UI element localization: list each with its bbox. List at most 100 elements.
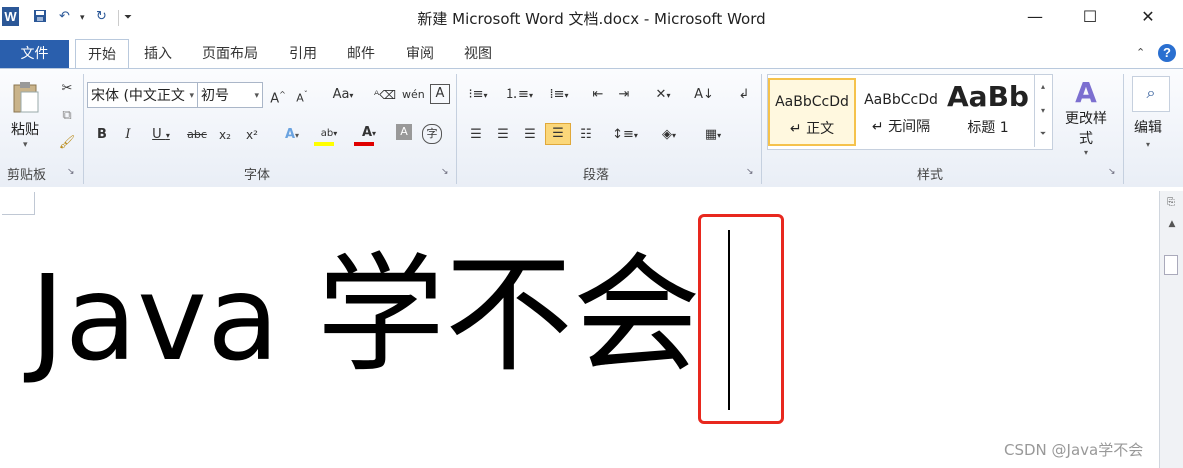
style-preview: AaBb: [947, 80, 1029, 113]
justify-icon[interactable]: ☰: [545, 123, 571, 145]
tab-page-layout[interactable]: 页面布局: [202, 40, 258, 68]
scroll-down-icon[interactable]: ▾: [1035, 99, 1051, 123]
underline-icon[interactable]: U ▾: [147, 124, 175, 146]
document-text[interactable]: Java 学不会: [30, 236, 701, 398]
increase-indent-icon[interactable]: ⇥: [614, 84, 634, 106]
paste-icon[interactable]: [11, 80, 41, 118]
styles-group-label: 样式: [917, 168, 944, 183]
cursor-highlight-box: [698, 214, 784, 424]
tab-references[interactable]: 引用: [289, 40, 317, 68]
subscript-icon[interactable]: x₂: [215, 124, 235, 146]
align-right-icon[interactable]: ☰: [520, 124, 540, 146]
style-normal[interactable]: AaBbCcDd ↵ 正文: [768, 78, 856, 146]
styles-dialog-launcher-icon[interactable]: ↘: [1108, 168, 1117, 177]
copy-icon[interactable]: ⧉: [57, 105, 77, 127]
align-center-icon[interactable]: ☰: [493, 124, 513, 146]
decrease-indent-icon[interactable]: ⇤: [588, 84, 608, 106]
font-size-value: 初号: [201, 88, 229, 104]
borders-icon[interactable]: ▦▾: [696, 124, 730, 146]
font-group-label: 字体: [244, 168, 271, 183]
group-separator: [83, 74, 84, 184]
style-preview: AaBbCcDd: [775, 94, 849, 110]
line-spacing-icon[interactable]: ↕≡▾: [610, 124, 640, 146]
minimize-button[interactable]: —: [1015, 4, 1055, 30]
scroll-up-icon[interactable]: ▲: [1160, 219, 1183, 231]
format-painter-icon[interactable]: 🖌: [57, 132, 77, 154]
style-name: 标题 1: [967, 120, 1009, 136]
tab-mailings[interactable]: 邮件: [347, 40, 375, 68]
ribbon-tab-bar: [0, 38, 1183, 68]
title-bar: W ↶ ▾ ↻ ⏷ 新建 Microsoft Word 文档.docx - Mi…: [0, 0, 1183, 38]
italic-icon[interactable]: I: [119, 124, 137, 146]
bullets-icon[interactable]: ⁝≡▾: [464, 84, 492, 106]
character-shading-icon[interactable]: A: [396, 124, 412, 140]
tab-insert[interactable]: 插入: [144, 40, 172, 68]
paragraph-dialog-launcher-icon[interactable]: ↘: [746, 168, 755, 177]
binoculars-icon[interactable]: ⌕: [1132, 76, 1170, 112]
cut-icon[interactable]: ✂: [57, 78, 77, 100]
group-separator: [1123, 74, 1124, 184]
font-dialog-launcher-icon[interactable]: ↘: [441, 168, 450, 177]
scroll-thumb[interactable]: [1164, 255, 1178, 275]
strikethrough-icon[interactable]: abc: [186, 124, 208, 146]
scroll-up-icon[interactable]: ▴: [1035, 75, 1051, 99]
paste-dropdown-icon[interactable]: ▾: [23, 140, 28, 150]
enclose-characters-icon[interactable]: 字: [422, 124, 442, 144]
window-title: 新建 Microsoft Word 文档.docx - Microsoft Wo…: [417, 10, 766, 28]
text-effects-icon[interactable]: A▾: [278, 124, 306, 146]
chevron-down-icon: ▾: [254, 91, 259, 101]
maximize-button[interactable]: ☐: [1070, 4, 1110, 30]
style-preview: AaBbCcDd: [864, 92, 938, 108]
clipboard-dialog-launcher-icon[interactable]: ↘: [67, 168, 76, 177]
bold-icon[interactable]: B: [93, 124, 111, 146]
highlight-color-icon[interactable]: ab▾: [312, 122, 346, 146]
change-styles-label: 更改样式: [1065, 111, 1107, 147]
vertical-scrollbar[interactable]: ⎘ ▲: [1159, 191, 1183, 468]
font-color-icon[interactable]: A▾: [352, 122, 386, 146]
tab-review[interactable]: 审阅: [406, 40, 434, 68]
change-styles-icon: A: [1075, 76, 1097, 109]
show-marks-icon[interactable]: ↲: [734, 84, 754, 106]
change-styles-button[interactable]: A 更改样式 ▾: [1060, 76, 1112, 158]
ruler-corner: [2, 192, 35, 215]
chinese-layout-icon[interactable]: ✕▾: [648, 84, 678, 106]
editing-button[interactable]: 编辑: [1134, 117, 1162, 137]
character-border-icon[interactable]: A: [430, 84, 450, 104]
tab-file[interactable]: 文件: [0, 40, 69, 68]
paragraph-group-label: 段落: [583, 168, 610, 183]
more-styles-icon[interactable]: ⏷: [1035, 123, 1051, 145]
chevron-down-icon: ▾: [189, 91, 194, 101]
minimize-ribbon-icon[interactable]: ⌃: [1136, 46, 1145, 59]
shading-icon[interactable]: ◈▾: [654, 124, 684, 146]
group-separator: [761, 74, 762, 184]
clear-formatting-icon[interactable]: ᴬ⌫: [374, 84, 396, 106]
font-size-select[interactable]: 初号 ▾: [197, 82, 263, 108]
align-left-icon[interactable]: ☰: [466, 124, 486, 146]
help-icon[interactable]: ?: [1158, 44, 1176, 62]
close-button[interactable]: ✕: [1128, 4, 1168, 30]
chevron-down-icon: ▾: [1146, 140, 1151, 149]
multilevel-list-icon[interactable]: ⁞≡▾: [544, 84, 574, 106]
ruler-toggle-icon[interactable]: ⎘: [1163, 197, 1179, 211]
phonetic-guide-icon[interactable]: wén: [402, 84, 425, 106]
style-heading-1[interactable]: AaBb 标题 1: [946, 78, 1030, 146]
tab-home[interactable]: 开始: [75, 39, 129, 70]
sort-icon[interactable]: A↓: [694, 84, 714, 106]
shrink-font-icon[interactable]: Aˇ: [292, 84, 312, 106]
group-separator: [456, 74, 457, 184]
document-text-latin: Java: [30, 249, 317, 387]
chevron-down-icon: ▾: [1083, 148, 1088, 157]
watermark: CSDN @Java学不会: [1004, 441, 1144, 459]
styles-scroll[interactable]: ▴ ▾ ⏷: [1034, 75, 1051, 147]
distributed-icon[interactable]: ☷: [576, 124, 596, 146]
font-family-select[interactable]: 宋体 (中文正文 ▾: [87, 82, 198, 108]
paste-label[interactable]: 粘贴: [11, 119, 39, 139]
superscript-icon[interactable]: x²: [242, 124, 262, 146]
style-no-spacing[interactable]: AaBbCcDd ↵ 无间隔: [857, 78, 945, 146]
change-case-icon[interactable]: Aa▾: [330, 84, 356, 106]
tab-view[interactable]: 视图: [464, 40, 492, 68]
grow-font-icon[interactable]: A^: [268, 84, 288, 106]
numbering-icon[interactable]: ⒈≡▾: [504, 84, 534, 106]
clipboard-group-label: 剪贴板: [7, 168, 47, 183]
style-name: ↵ 正文: [789, 121, 835, 137]
